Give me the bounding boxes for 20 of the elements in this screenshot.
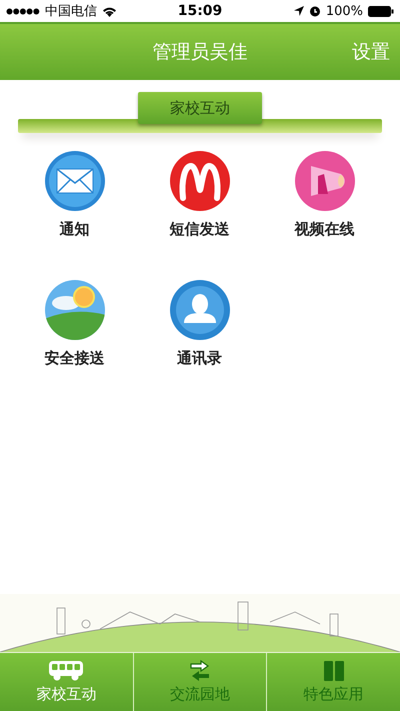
status-time: 15:09 bbox=[178, 3, 222, 19]
app-button[interactable]: 视频在线 bbox=[262, 150, 387, 239]
app-button[interactable]: 短信发送 bbox=[137, 150, 262, 239]
section-title: 家校互动 bbox=[138, 92, 262, 124]
person-icon bbox=[168, 279, 230, 341]
location-arrow-icon bbox=[294, 6, 304, 16]
play-icon bbox=[294, 150, 356, 212]
app-button[interactable]: 安全接送 bbox=[12, 279, 137, 368]
swap-arrows-icon bbox=[189, 660, 211, 682]
battery-percent: 100% bbox=[326, 4, 363, 18]
bus-icon bbox=[48, 660, 84, 682]
signal-icon bbox=[6, 8, 40, 14]
app-button[interactable]: 通讯录 bbox=[137, 279, 262, 368]
wifi-icon bbox=[102, 6, 117, 16]
header-title: 管理员吴佳 bbox=[152, 40, 248, 65]
envelope-icon bbox=[44, 150, 106, 212]
letter-m-icon bbox=[168, 150, 230, 212]
carrier-name: 中国电信 bbox=[45, 3, 97, 20]
app-button[interactable]: 通知 bbox=[12, 150, 137, 239]
battery-icon bbox=[368, 6, 394, 16]
